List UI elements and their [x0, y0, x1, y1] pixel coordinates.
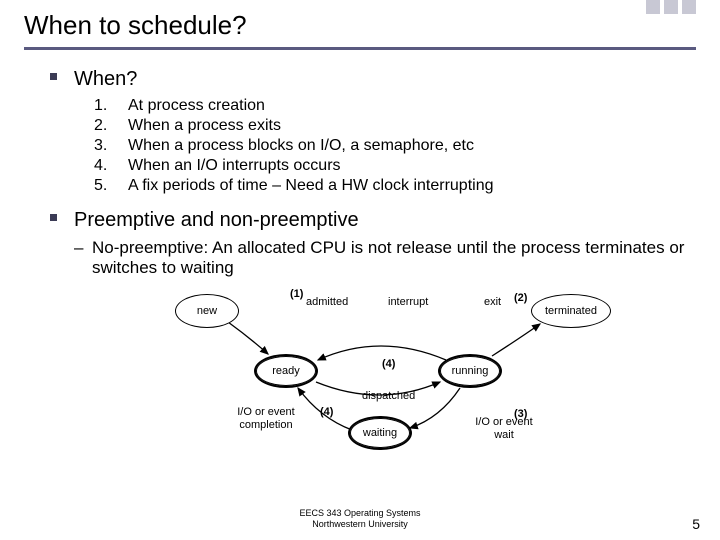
node-running: running: [438, 354, 502, 388]
page-number: 5: [692, 516, 700, 532]
node-waiting: waiting: [348, 416, 412, 450]
list-item: When a process blocks on I/O, a semaphor…: [128, 137, 474, 155]
list-num: 3.: [94, 137, 128, 155]
node-ready: ready: [254, 354, 318, 388]
edge-num-2: (2): [514, 292, 527, 304]
bullet-preemptive: Preemptive and non-preemptive: [74, 209, 359, 232]
list-item: At process creation: [128, 97, 265, 115]
edge-num-4b: (4): [320, 406, 333, 418]
bullet-icon: [50, 214, 66, 230]
edge-interrupt: interrupt: [388, 296, 428, 308]
list-item: When a process exits: [128, 117, 281, 135]
process-state-diagram: new terminated ready running waiting (1)…: [120, 288, 620, 468]
node-terminated: terminated: [531, 294, 611, 328]
edge-dispatched: dispatched: [362, 390, 415, 402]
slide-title: When to schedule?: [24, 10, 696, 50]
footer-line-2: Northwestern University: [0, 519, 720, 530]
numbered-list: 1.At process creation 2.When a process e…: [94, 97, 690, 195]
list-num: 1.: [94, 97, 128, 115]
list-num: 2.: [94, 117, 128, 135]
list-num: 4.: [94, 157, 128, 175]
edge-admitted: admitted: [306, 296, 348, 308]
footer: EECS 343 Operating Systems Northwestern …: [0, 508, 720, 530]
bullet-when: When?: [74, 68, 137, 91]
list-item: A fix periods of time – Need a HW clock …: [128, 177, 494, 195]
edge-num-4a: (4): [382, 358, 395, 370]
edge-exit: exit: [484, 296, 501, 308]
footer-line-1: EECS 343 Operating Systems: [0, 508, 720, 519]
edge-io-wait: I/O or event wait: [464, 416, 544, 441]
dash-icon: –: [74, 238, 92, 278]
edge-num-1: (1): [290, 288, 303, 300]
bullet-icon: [50, 73, 66, 89]
node-new: new: [175, 294, 239, 328]
list-num: 5.: [94, 177, 128, 195]
list-item: When an I/O interrupts occurs: [128, 157, 341, 175]
nonpreemptive-text: No-preemptive: An allocated CPU is not r…: [92, 238, 690, 278]
edge-io-completion: I/O or event completion: [226, 406, 306, 431]
decorative-squares: [646, 0, 696, 14]
